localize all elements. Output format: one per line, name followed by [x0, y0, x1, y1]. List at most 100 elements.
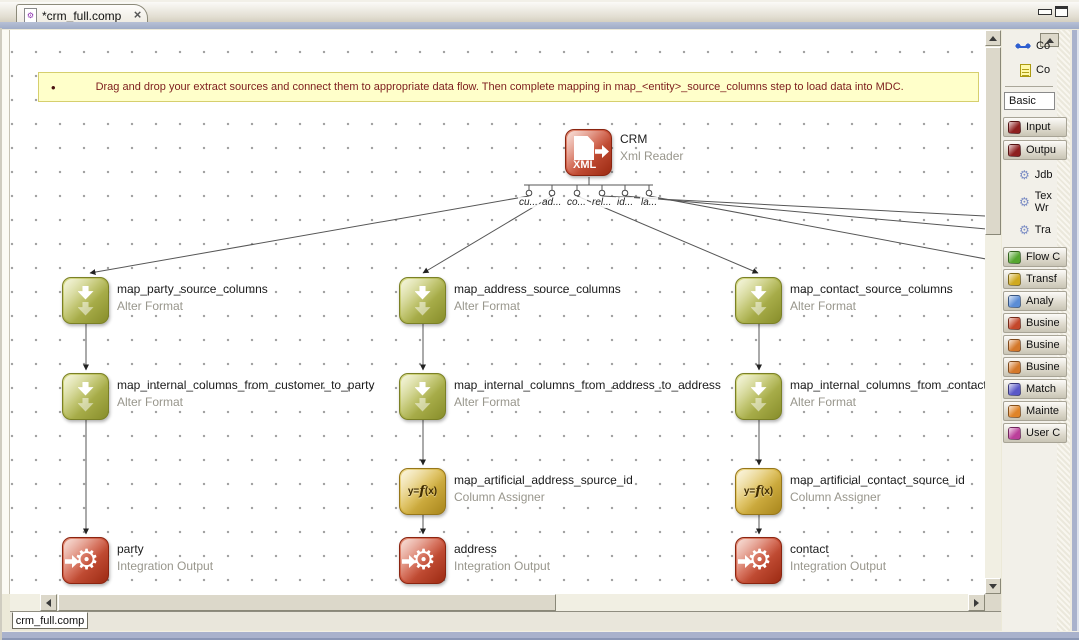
palette-separator	[1005, 86, 1053, 87]
node-subtitle: Integration Output	[117, 559, 213, 573]
node-title: map_artificial_address_source_id	[454, 473, 633, 487]
canvas-left-margin	[2, 30, 10, 594]
horizontal-scroll-thumb[interactable]	[58, 594, 556, 611]
palette-tool-label: Co	[1036, 40, 1050, 52]
alter-format-icon	[63, 374, 108, 419]
window-left-trim	[0, 28, 2, 640]
palette-filter-label: Basic	[1009, 95, 1036, 107]
scroll-up-button[interactable]	[985, 30, 1001, 46]
vertical-scrollbar[interactable]	[985, 30, 1001, 594]
palette-tool-jdbc[interactable]: ⚙ Jdb	[1002, 166, 1072, 184]
node-address-integration-output[interactable]: ⚙	[399, 537, 446, 584]
palette-drawer-analysis[interactable]: Analy	[1003, 291, 1067, 311]
palette-tool-note[interactable]: Co	[1002, 61, 1072, 79]
palette-tool-label: Tra	[1035, 224, 1051, 236]
alter-format-icon	[63, 278, 108, 323]
editor-tab-title: *crm_full.comp	[42, 9, 121, 23]
scroll-down-button[interactable]	[985, 578, 1001, 594]
node-title: map_contact_source_columns	[790, 282, 953, 296]
palette-drawer-label: Analy	[1026, 295, 1054, 307]
palette-drawer-business-2[interactable]: Busine	[1003, 335, 1067, 355]
window-bottom-trim	[0, 631, 1079, 640]
vertical-scroll-thumb[interactable]	[985, 47, 1001, 235]
palette-tool-trash[interactable]: ⚙ Tra	[1002, 221, 1072, 239]
node-map-internal-columns-from-address-to-address[interactable]	[399, 373, 446, 420]
port-label: id...	[616, 197, 634, 208]
node-map-contact-source-columns[interactable]	[735, 277, 782, 324]
palette-drawer-flow-control[interactable]: Flow C	[1003, 247, 1067, 267]
palette-drawer-input[interactable]: Input	[1003, 117, 1067, 137]
alter-format-icon	[400, 374, 445, 419]
node-party-integration-output[interactable]: ⚙	[62, 537, 109, 584]
node-subtitle: Alter Format	[117, 395, 183, 409]
palette-drawer-label: Input	[1026, 121, 1050, 133]
node-subtitle: Alter Format	[454, 395, 520, 409]
scrollbar-corner	[985, 594, 1001, 611]
palette-drawer-label: Flow C	[1026, 251, 1060, 263]
drawer-icon	[1008, 383, 1021, 396]
column-assigner-icon: y=f(x)	[736, 469, 781, 514]
component-file-icon: ⚙	[24, 8, 37, 23]
palette-drawer-matching[interactable]: Match	[1003, 379, 1067, 399]
scroll-right-button[interactable]	[968, 594, 985, 611]
palette-drawer-business-1[interactable]: Busine	[1003, 313, 1067, 333]
left-arrow-icon	[42, 599, 51, 607]
maximize-icon[interactable]	[1055, 6, 1068, 17]
gear-icon: ⚙	[1019, 224, 1030, 236]
diagram-canvas[interactable]: • Drag and drop your extract sources and…	[10, 30, 985, 594]
node-title: address	[454, 542, 497, 556]
minimize-icon[interactable]	[1038, 9, 1052, 15]
drawer-icon	[1008, 121, 1021, 134]
node-subtitle: Alter Format	[790, 299, 856, 313]
node-crm-xml-reader[interactable]: XML	[565, 129, 612, 176]
node-subtitle: Integration Output	[454, 559, 550, 573]
down-arrow-icon	[989, 584, 997, 593]
port-label: la...	[640, 197, 658, 208]
scroll-left-button[interactable]	[40, 594, 57, 611]
node-title: party	[117, 542, 144, 556]
palette-drawer-maintenance[interactable]: Mainte	[1003, 401, 1067, 421]
node-map-artificial-contact-source-id[interactable]: y=f(x)	[735, 468, 782, 515]
node-subtitle: Alter Format	[790, 395, 856, 409]
alter-format-icon	[400, 278, 445, 323]
palette-tool-label: Jdb	[1035, 169, 1053, 181]
palette-tool-text-writer[interactable]: ⚙ Tex Wr	[1002, 188, 1072, 216]
node-map-internal-columns-from-contact-to-contact[interactable]	[735, 373, 782, 420]
close-icon[interactable]: ×	[134, 7, 142, 22]
drawer-icon	[1008, 251, 1021, 264]
alter-format-icon	[736, 374, 781, 419]
palette-tool-label: Co	[1036, 64, 1050, 76]
node-title: map_internal_columns_from_contact_to_con…	[790, 378, 985, 392]
node-map-address-source-columns[interactable]	[399, 277, 446, 324]
palette-tool-connection[interactable]: Co	[1002, 38, 1072, 54]
node-title: map_internal_columns_from_address_to_add…	[454, 378, 721, 392]
palette-drawer-user-components[interactable]: User C	[1003, 423, 1067, 443]
palette-drawer-label: Outpu	[1026, 144, 1056, 156]
bottom-tab-crm-full-comp[interactable]: crm_full.comp	[12, 612, 88, 629]
drawer-icon	[1008, 361, 1021, 374]
palette-drawer-business-3[interactable]: Busine	[1003, 357, 1067, 377]
xml-document-icon	[574, 136, 594, 160]
integration-output-icon: ⚙	[400, 538, 445, 583]
node-map-party-source-columns[interactable]	[62, 277, 109, 324]
xml-icon-text: XML	[573, 159, 596, 171]
horizontal-scrollbar[interactable]	[10, 594, 985, 611]
alter-format-icon	[736, 278, 781, 323]
palette-drawer-label: Busine	[1026, 361, 1060, 373]
node-subtitle: Integration Output	[790, 559, 886, 573]
component-palette: Co Co Basic Input Outpu ⚙ Jdb ⚙ Tex Wr ⚙…	[1002, 30, 1079, 632]
palette-drawer-transformations[interactable]: Transf	[1003, 269, 1067, 289]
palette-drawer-output[interactable]: Outpu	[1003, 140, 1067, 160]
node-subtitle: Xml Reader	[620, 149, 683, 163]
bottom-tab-label: crm_full.comp	[16, 615, 84, 627]
node-contact-integration-output[interactable]: ⚙	[735, 537, 782, 584]
editor-tab-bar: ⚙ *crm_full.comp ×	[0, 0, 1079, 24]
note-icon	[1020, 64, 1031, 77]
node-map-artificial-address-source-id[interactable]: y=f(x)	[399, 468, 446, 515]
palette-filter-box[interactable]: Basic	[1004, 92, 1055, 110]
node-map-internal-columns-from-customer-to-party[interactable]	[62, 373, 109, 420]
node-subtitle: Column Assigner	[454, 490, 545, 504]
drawer-icon	[1008, 339, 1021, 352]
node-title: map_address_source_columns	[454, 282, 621, 296]
up-arrow-icon	[989, 32, 997, 41]
